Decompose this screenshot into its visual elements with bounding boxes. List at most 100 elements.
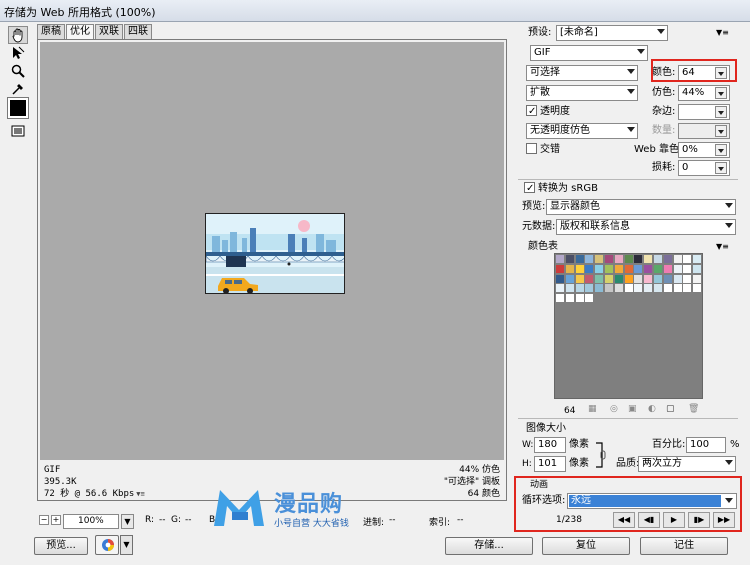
web-snap-select[interactable]: 0% xyxy=(678,142,730,158)
lock-icon[interactable]: ◐ xyxy=(648,404,656,414)
zoom-dropdown-arrow[interactable]: ▼ xyxy=(121,514,134,529)
color-swatch[interactable] xyxy=(673,264,682,273)
color-swatch[interactable] xyxy=(634,284,643,293)
color-swatch[interactable] xyxy=(575,274,584,283)
format-select[interactable]: GIF xyxy=(530,45,648,61)
prev-frame-button[interactable]: ◀▮ xyxy=(638,512,660,528)
preview-mode-select[interactable]: 显示器颜色 xyxy=(546,199,736,215)
color-swatch[interactable] xyxy=(663,264,672,273)
color-swatch[interactable] xyxy=(595,284,604,293)
zoom-level-select[interactable]: 100% xyxy=(63,514,119,529)
browser-dropdown-arrow[interactable]: ▼ xyxy=(120,535,133,555)
hand-tool-icon[interactable] xyxy=(8,26,28,44)
color-swatch[interactable] xyxy=(654,274,662,283)
color-swatch[interactable] xyxy=(634,264,643,273)
color-swatch[interactable] xyxy=(644,255,653,263)
convert-srgb-checkbox[interactable] xyxy=(524,181,535,197)
color-swatch[interactable] xyxy=(644,274,653,283)
browser-preview-button[interactable] xyxy=(95,535,119,555)
interlaced-checkbox[interactable] xyxy=(526,143,537,154)
color-swatch[interactable] xyxy=(575,255,584,263)
next-frame-button[interactable]: ▮▶ xyxy=(688,512,710,528)
color-swatch[interactable] xyxy=(654,255,662,263)
tab-4-up[interactable]: 四联 xyxy=(124,24,152,39)
loop-options-select[interactable]: 永远 xyxy=(567,493,737,509)
color-swatch[interactable] xyxy=(585,284,594,293)
color-swatch[interactable] xyxy=(673,255,682,263)
metadata-select[interactable]: 版权和联系信息 xyxy=(556,219,736,235)
color-swatch[interactable] xyxy=(673,284,682,293)
color-swatch[interactable] xyxy=(644,284,653,293)
constrain-proportions-icon[interactable] xyxy=(594,441,606,469)
color-swatch[interactable] xyxy=(654,264,662,273)
preview-button[interactable]: 预览... xyxy=(34,537,88,555)
color-swatch[interactable] xyxy=(663,255,672,263)
eyedropper-tool-icon[interactable] xyxy=(8,80,28,98)
color-swatch[interactable] xyxy=(585,274,594,283)
matte-select[interactable] xyxy=(678,104,730,120)
color-swatch[interactable] xyxy=(595,274,604,283)
color-swatch[interactable] xyxy=(575,294,584,303)
color-swatch[interactable] xyxy=(605,264,613,273)
color-swatch[interactable] xyxy=(624,255,633,263)
zoom-out-button[interactable]: − xyxy=(39,515,49,525)
new-color-icon[interactable]: ▢ xyxy=(666,404,675,414)
color-swatch[interactable] xyxy=(565,294,574,303)
color-swatch[interactable] xyxy=(605,255,613,263)
color-swatch[interactable] xyxy=(565,274,574,283)
tab-optimized[interactable]: 优化 xyxy=(66,24,94,39)
color-swatch[interactable] xyxy=(605,284,613,293)
color-swatch[interactable] xyxy=(624,274,633,283)
transparency-dither-select[interactable]: 无透明度仿色 xyxy=(526,123,638,139)
preset-menu-icon[interactable]: ▼≡ xyxy=(716,28,729,37)
zoom-tool-icon[interactable] xyxy=(8,62,28,80)
color-swatch[interactable] xyxy=(595,264,604,273)
color-swatch[interactable] xyxy=(683,274,692,283)
interlaced-checkbox-row[interactable]: 交错 xyxy=(526,142,560,158)
toggle-slices-icon[interactable] xyxy=(8,122,28,140)
color-reduction-select[interactable]: 可选择 xyxy=(526,65,638,81)
preview-canvas[interactable] xyxy=(40,42,504,460)
color-swatch[interactable] xyxy=(565,255,574,263)
color-swatch[interactable] xyxy=(683,255,692,263)
color-swatch[interactable] xyxy=(624,264,633,273)
tab-original[interactable]: 原稿 xyxy=(37,24,65,39)
color-swatch[interactable] xyxy=(565,284,574,293)
color-swatch[interactable] xyxy=(614,264,623,273)
percent-input[interactable]: 100 xyxy=(686,437,726,453)
dither-algorithm-select[interactable]: 扩散 xyxy=(526,85,638,101)
play-button[interactable]: ▶ xyxy=(663,512,685,528)
color-swatch[interactable] xyxy=(644,264,653,273)
color-swatch[interactable] xyxy=(614,284,623,293)
color-swatch[interactable] xyxy=(693,274,702,283)
color-swatch[interactable] xyxy=(585,255,594,263)
color-swatch[interactable] xyxy=(634,274,643,283)
color-swatch[interactable] xyxy=(556,284,564,293)
delete-color-icon[interactable]: 🗑 xyxy=(688,404,699,414)
web-shift-icon[interactable]: ◎ xyxy=(610,404,618,414)
transparency-checkbox-row[interactable]: 透明度 xyxy=(526,104,570,120)
preset-select[interactable]: [未命名] xyxy=(556,25,668,41)
color-swatch[interactable] xyxy=(585,264,594,273)
transparency-checkbox[interactable] xyxy=(526,104,537,120)
color-swatch[interactable] xyxy=(556,274,564,283)
map-color-icon[interactable]: ▦ xyxy=(588,404,597,414)
color-swatch[interactable] xyxy=(595,255,604,263)
tab-2-up[interactable]: 双联 xyxy=(95,24,123,39)
color-swatch[interactable] xyxy=(556,255,564,263)
color-swatch[interactable] xyxy=(556,294,564,303)
color-table-menu-icon[interactable]: ▼≡ xyxy=(716,242,729,251)
zoom-in-button[interactable]: + xyxy=(51,515,61,525)
remember-button[interactable]: 记住 xyxy=(640,537,728,555)
color-swatch[interactable] xyxy=(683,284,692,293)
color-table-grid[interactable] xyxy=(554,253,703,399)
color-swatch[interactable] xyxy=(663,274,672,283)
color-swatch[interactable] xyxy=(693,264,702,273)
color-swatch[interactable] xyxy=(654,284,662,293)
first-frame-button[interactable]: ◀◀ xyxy=(613,512,635,528)
color-swatch[interactable] xyxy=(693,284,702,293)
color-swatch[interactable] xyxy=(624,284,633,293)
color-swatch[interactable] xyxy=(565,264,574,273)
width-input[interactable]: 180 xyxy=(534,437,566,453)
color-swatch[interactable] xyxy=(693,255,702,263)
